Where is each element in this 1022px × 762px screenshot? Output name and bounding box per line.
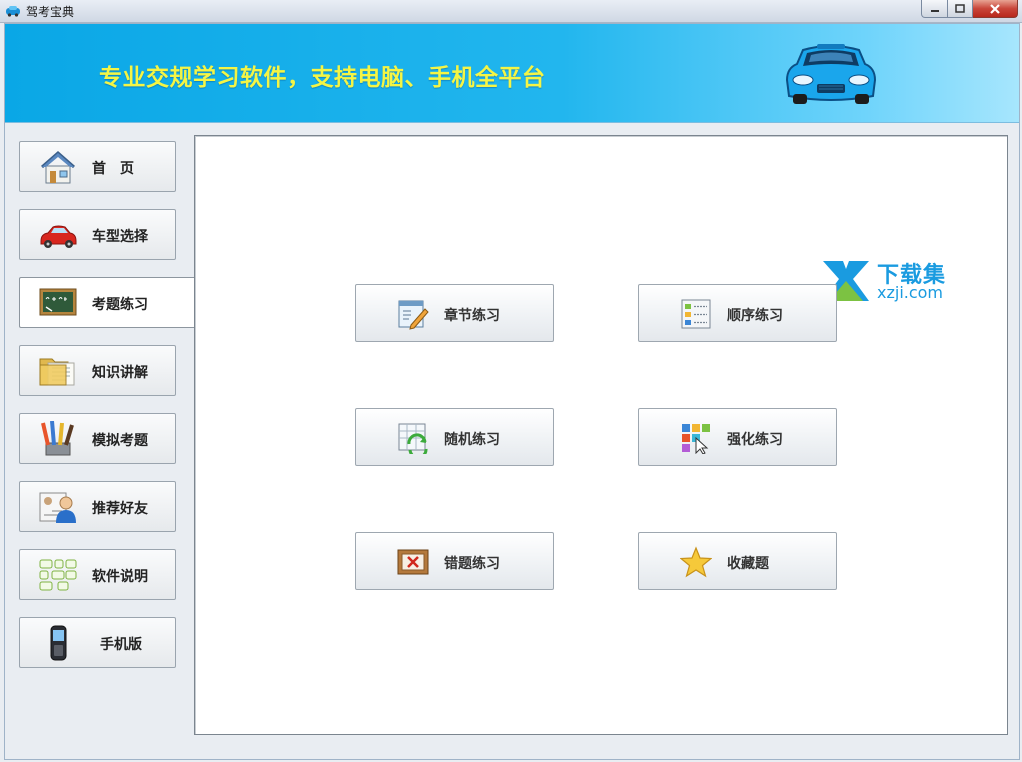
wrong-frame-icon — [397, 549, 429, 575]
sidebar-item-label: 车型选择 — [92, 229, 148, 245]
maximize-button[interactable] — [948, 0, 973, 18]
app-window: 专业交规学习软件，支持电脑、手机全平台 首 页 车型选择 考题练习 知识讲解 模… — [4, 23, 1020, 760]
tile-label: 强化练习 — [727, 432, 783, 448]
favorites-button[interactable]: 收藏题 — [638, 532, 837, 590]
random-refresh-icon — [398, 423, 428, 454]
minimize-icon — [930, 9, 939, 12]
home-icon — [41, 151, 75, 184]
chapter-edit-icon — [398, 300, 429, 330]
sidebar-item-label: 手机版 — [100, 637, 142, 653]
header-banner: 专业交规学习软件，支持电脑、手机全平台 — [5, 24, 1019, 123]
sidebar-item-exam-practice[interactable]: 考题练习 — [19, 277, 197, 328]
sequential-practice-button[interactable]: 顺序练习 — [638, 284, 837, 342]
tile-label: 错题练习 — [444, 556, 500, 572]
watermark-domain: xzji.com — [877, 283, 944, 302]
banner-slogan: 专业交规学习软件，支持电脑、手机全平台 — [99, 65, 546, 91]
chalkboard-icon — [39, 288, 77, 316]
flowchart-icon — [39, 559, 77, 591]
color-grid-cursor-icon — [682, 424, 710, 454]
app-car-icon — [6, 6, 20, 17]
chapter-practice-button[interactable]: 章节练习 — [355, 284, 554, 342]
sidebar-item-mobile-version[interactable]: 手机版 — [19, 617, 176, 668]
sidebar-item-label: 推荐好友 — [92, 501, 148, 517]
contact-card-icon — [39, 492, 76, 523]
watermark: 下载集 xzji.com — [819, 257, 959, 305]
sidebar: 首 页 车型选择 考题练习 知识讲解 模拟考题 推荐好友 软件说明 手机版 — [19, 141, 199, 701]
sidebar-item-label: 考题练习 — [92, 297, 148, 313]
ordered-list-icon — [681, 299, 711, 329]
intensive-practice-button[interactable]: 强化练习 — [638, 408, 837, 466]
folder-icon — [39, 358, 75, 386]
tile-label: 收藏题 — [727, 556, 769, 572]
sports-car-icon — [785, 44, 877, 104]
sidebar-item-mock-exam[interactable]: 模拟考题 — [19, 413, 176, 464]
sidebar-item-vehicle-type[interactable]: 车型选择 — [19, 209, 176, 260]
tile-label: 章节练习 — [444, 308, 500, 324]
sidebar-item-home[interactable]: 首 页 — [19, 141, 176, 192]
main-panel: 下载集 xzji.com 章节练习 顺序练习 随机练习 强化练习 错题练习 收藏… — [194, 135, 1008, 735]
sidebar-item-recommend-friends[interactable]: 推荐好友 — [19, 481, 176, 532]
sidebar-item-label: 首 页 — [92, 161, 134, 177]
car-icon — [40, 225, 77, 248]
pencils-icon — [41, 421, 74, 456]
sidebar-item-knowledge[interactable]: 知识讲解 — [19, 345, 176, 396]
sidebar-item-label: 知识讲解 — [92, 365, 148, 381]
minimize-button[interactable] — [921, 0, 948, 18]
wrong-questions-practice-button[interactable]: 错题练习 — [355, 532, 554, 590]
close-button[interactable] — [973, 0, 1018, 18]
sidebar-item-label: 软件说明 — [92, 569, 148, 585]
window-title: 驾考宝典 — [26, 5, 75, 19]
title-bar: 驾考宝典 — [0, 0, 1022, 23]
sidebar-item-software-info[interactable]: 软件说明 — [19, 549, 176, 600]
window-controls — [921, 0, 1018, 18]
star-icon — [680, 546, 712, 578]
mobile-phone-icon — [50, 625, 67, 661]
maximize-icon — [955, 3, 965, 13]
random-practice-button[interactable]: 随机练习 — [355, 408, 554, 466]
tile-label: 顺序练习 — [727, 308, 783, 324]
sidebar-item-label: 模拟考题 — [92, 433, 148, 449]
close-icon — [990, 3, 1000, 14]
tile-label: 随机练习 — [444, 432, 500, 448]
